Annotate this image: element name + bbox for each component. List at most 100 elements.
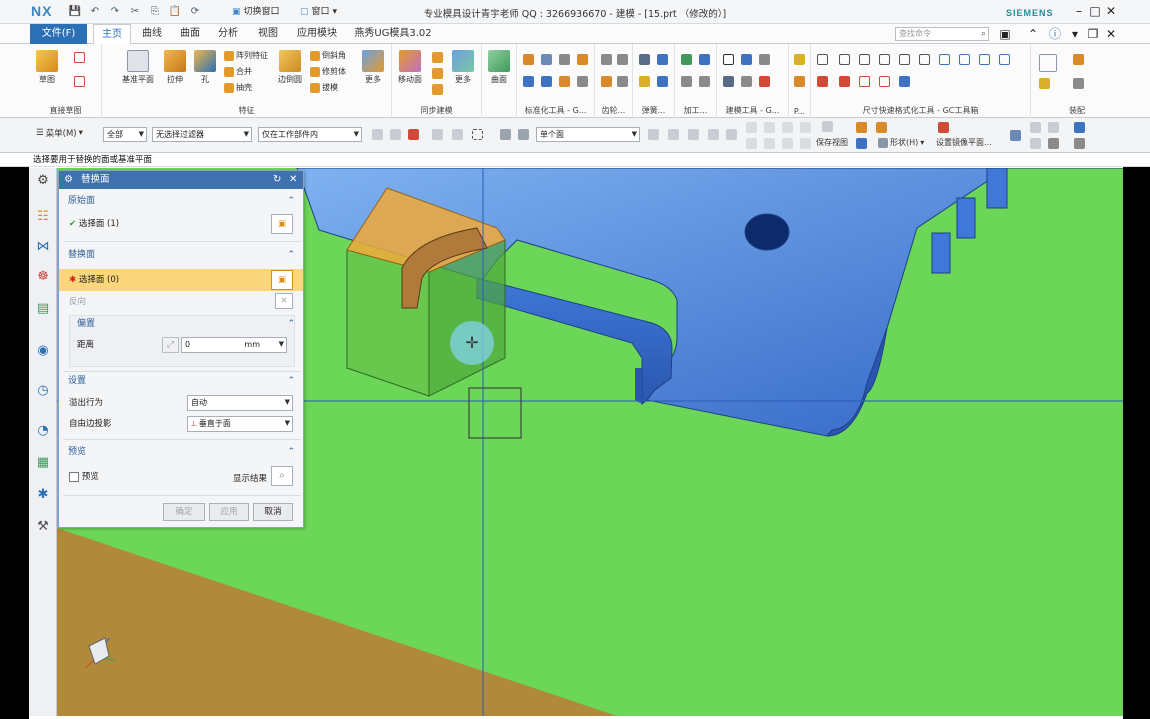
snap-point-11-icon[interactable] [764, 138, 775, 149]
selection-filter-select[interactable]: 无选择过滤器 ▼ [152, 127, 252, 142]
dim-tool-8-icon[interactable] [959, 54, 970, 65]
chamfer-button[interactable]: 倒斜角 [310, 50, 346, 61]
move-face-button[interactable]: 移动面 [398, 50, 422, 85]
snap-point-9-icon[interactable] [800, 122, 811, 133]
view-tool-3-icon[interactable] [856, 138, 867, 149]
system-scene-icon[interactable]: ⚒ [34, 518, 52, 536]
view-tool-2-icon[interactable] [876, 122, 887, 133]
tab-home[interactable]: 主页 [93, 24, 131, 44]
snap-point-4-icon[interactable] [708, 129, 719, 140]
select-tool-2-icon[interactable] [518, 129, 529, 140]
settings-section-header[interactable]: 设置 ⌃ [59, 373, 303, 389]
spring-tool-2-icon[interactable] [657, 54, 668, 65]
dim-tool-12-icon[interactable] [839, 76, 850, 87]
reverse-direction-row[interactable]: 反向 ✕ [59, 291, 303, 313]
type-filter-select[interactable]: 全部 ▼ [103, 127, 147, 142]
roles-icon[interactable]: ✱ [34, 486, 52, 504]
dim-tool-14-icon[interactable] [879, 76, 890, 87]
modeling-tool-6-icon[interactable] [759, 76, 770, 87]
offset-section-header[interactable]: 偏置 ⌃ [59, 316, 303, 332]
dim-tool-10-icon[interactable] [999, 54, 1010, 65]
tab-view[interactable]: 视图 [252, 24, 284, 44]
set-mirror-plane-button[interactable]: 设置镜像平面... [936, 137, 992, 148]
web-browser-icon[interactable]: ◉ [34, 342, 52, 360]
tab-file[interactable]: 文件(F) [30, 24, 87, 44]
palette-icon[interactable]: ▦ [34, 454, 52, 472]
orient-view-icon[interactable] [1010, 130, 1021, 141]
dim-tool-9-icon[interactable] [979, 54, 990, 65]
dim-tool-11-icon[interactable] [817, 76, 828, 87]
feature-more-button[interactable]: 更多 [362, 50, 384, 85]
modeling-tool-2-icon[interactable] [741, 54, 752, 65]
dim-tool-5-icon[interactable] [899, 54, 910, 65]
extrude-button[interactable]: 拉伸 [164, 50, 186, 85]
save-icon[interactable]: 💾 [68, 5, 82, 18]
assembly-tool-1-icon[interactable] [1039, 54, 1057, 72]
assembly-tool-2-icon[interactable] [1073, 54, 1084, 65]
tab-curve[interactable]: 曲线 [136, 24, 168, 44]
restore-icon[interactable]: ❐ [1086, 27, 1100, 41]
distance-input[interactable]: 0 mm ▼ [181, 337, 287, 353]
snap-3-icon[interactable] [408, 129, 419, 140]
constraint-navigator-icon[interactable]: ☸ [34, 268, 52, 286]
undo-icon[interactable]: ↶ [88, 5, 102, 18]
std-tool-6-icon[interactable] [541, 76, 552, 87]
spring-tool-1-icon[interactable] [639, 54, 650, 65]
std-tool-2-icon[interactable] [541, 54, 552, 65]
switch-window-button[interactable]: ▣ 切换窗口 [232, 4, 280, 20]
cancel-button[interactable]: 取消 [253, 503, 293, 521]
dim-tool-3-icon[interactable] [859, 54, 870, 65]
display-6-icon[interactable] [1074, 138, 1085, 149]
view-tool-1-icon[interactable] [856, 122, 867, 133]
menu-button[interactable]: ☰ 菜单(M) ▾ [36, 127, 83, 139]
modeling-tool-4-icon[interactable] [723, 76, 734, 87]
settings-gear-icon[interactable]: ⚙ [34, 172, 52, 190]
machining-tool-3-icon[interactable] [681, 76, 692, 87]
spring-tool-4-icon[interactable] [657, 76, 668, 87]
sync-tool-1-icon[interactable] [432, 52, 443, 63]
close-icon[interactable]: ✕ [1104, 4, 1118, 18]
save-view-button[interactable]: 保存视图 [816, 137, 848, 148]
original-face-select-row[interactable]: ✔ 选择面 (1) ▣ [59, 213, 303, 235]
reverse-icon[interactable]: ✕ [275, 293, 293, 309]
copy-icon[interactable]: ⎘ [148, 5, 162, 18]
apply-button[interactable]: 应用 [209, 503, 249, 521]
snap-point-12-icon[interactable] [782, 138, 793, 149]
curve-sketch-icon[interactable] [74, 52, 85, 63]
spring-tool-3-icon[interactable] [639, 76, 650, 87]
std-tool-5-icon[interactable] [523, 76, 534, 87]
p-tool-1-icon[interactable] [794, 54, 805, 65]
repeat-command-icon[interactable]: ⟳ [188, 5, 202, 18]
sync-tool-2-icon[interactable] [432, 68, 443, 79]
p-tool-2-icon[interactable] [794, 76, 805, 87]
hole-button[interactable]: 孔 [194, 50, 216, 85]
std-tool-1-icon[interactable] [523, 54, 534, 65]
std-tool-4-icon[interactable] [577, 54, 588, 65]
pattern-feature-button[interactable]: 阵列特征 [224, 50, 268, 61]
box-select-icon[interactable] [472, 129, 483, 140]
minimize-icon[interactable]: – [1072, 4, 1086, 18]
select-tool-icon[interactable] [500, 129, 511, 140]
reuse-library-icon[interactable]: ▤ [34, 300, 52, 318]
tab-surface[interactable]: 曲面 [174, 24, 206, 44]
snap-point-6-icon[interactable] [746, 122, 757, 133]
fullscreen-icon[interactable]: ▣ [998, 27, 1012, 41]
dim-tool-15-icon[interactable] [899, 76, 910, 87]
reset-icon[interactable]: ↻ [273, 171, 281, 189]
machining-tool-4-icon[interactable] [699, 76, 710, 87]
assembly-navigator-icon[interactable]: ⋈ [34, 238, 52, 256]
command-search-input[interactable]: 查找命令 ⌕ [895, 27, 989, 41]
datum-plane-button[interactable]: 基准平面 [122, 50, 154, 85]
trim-body-button[interactable]: 修剪体 [310, 66, 346, 77]
dim-tool-7-icon[interactable] [939, 54, 950, 65]
original-face-section-header[interactable]: 原始面 ⌃ [59, 193, 303, 209]
snap-point-2-icon[interactable] [668, 129, 679, 140]
clock-icon[interactable]: ◔ [34, 422, 52, 440]
tab-analysis[interactable]: 分析 [212, 24, 244, 44]
dim-tool-6-icon[interactable] [919, 54, 930, 65]
replacement-face-section-header[interactable]: 替换面 ⌃ [59, 247, 303, 263]
edge-blend-button[interactable]: 边倒圆 [278, 50, 302, 85]
close-icon[interactable]: ✕ [289, 171, 297, 189]
display-2-icon[interactable] [1048, 122, 1059, 133]
free-edge-projection-select[interactable]: ⟂ 垂直于面 ▼ [187, 416, 293, 432]
